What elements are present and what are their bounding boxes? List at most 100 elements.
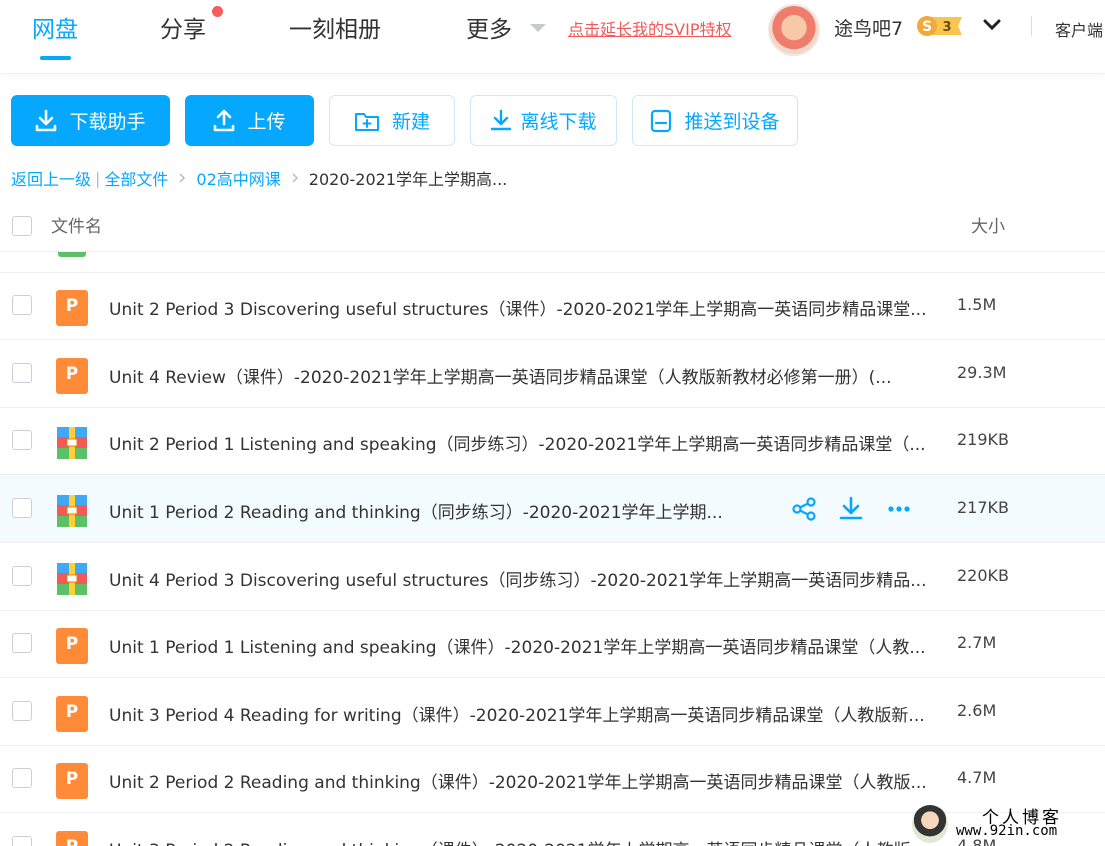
divider — [1031, 16, 1032, 36]
column-header-name[interactable]: 文件名 — [51, 212, 102, 237]
file-size: 4.7M — [957, 768, 997, 787]
nav-tab-more[interactable]: 更多 — [466, 10, 512, 44]
breadcrumb-separator-icon — [179, 173, 186, 183]
ppt-file-icon: P — [56, 290, 88, 326]
file-size: 29.3M — [957, 363, 1007, 382]
watermark: 个人博客 www.92in.com — [912, 803, 1102, 846]
nav-active-indicator — [40, 56, 71, 60]
avatar[interactable] — [768, 4, 820, 56]
svip-renew-link[interactable]: 点击延长我的SVIP特权 — [568, 16, 731, 40]
breadcrumb-divider: | — [95, 168, 101, 188]
download-icon[interactable] — [838, 496, 864, 522]
row-checkbox[interactable] — [12, 498, 32, 518]
file-name[interactable]: Unit 1 Period 2 Reading and thinking（同步练… — [109, 498, 723, 523]
archive-file-icon — [58, 252, 86, 257]
notification-dot — [212, 6, 223, 17]
breadcrumb: 返回上一级 | 全部文件 02高中网课 2020-2021学年上学期高... — [11, 166, 507, 190]
ppt-icon-letter: P — [65, 769, 79, 789]
device-icon — [651, 109, 672, 132]
file-row[interactable]: Unit 4 Period 3 Discovering useful struc… — [0, 544, 1105, 611]
nav-tab-share[interactable]: 分享 — [160, 10, 206, 44]
more-dropdown-icon[interactable] — [530, 24, 546, 32]
offline-download-label: 离线下载 — [520, 111, 597, 133]
nav-tab-album[interactable]: 一刻相册 — [289, 10, 381, 44]
ppt-file-icon: P — [56, 628, 88, 664]
file-size: 2.6M — [957, 701, 997, 720]
file-size: 1.5M — [957, 295, 997, 314]
client-download-link[interactable]: 客户端 — [1055, 17, 1103, 41]
file-name[interactable]: Unit 2 Period 1 Listening and speaking（同… — [109, 430, 926, 455]
ppt-file-icon: P — [56, 831, 88, 846]
upload-icon — [214, 109, 235, 131]
file-size: 2.7M — [957, 633, 997, 652]
row-checkbox[interactable] — [12, 430, 32, 450]
file-list-header: 文件名 大小 — [0, 200, 1105, 252]
offline-download-icon — [491, 109, 512, 130]
new-label: 新建 — [391, 111, 430, 133]
file-size: 219KB — [957, 430, 1010, 449]
svip-level: 3 — [942, 20, 951, 35]
archive-file-icon — [57, 495, 87, 527]
download-helper-label: 下载助手 — [69, 111, 146, 133]
file-row[interactable]: P Unit 4 Review（课件）-2020-2021学年上学期高一英语同步… — [0, 341, 1105, 408]
svip-level-badge: S 3 — [917, 16, 962, 36]
svip-letter: S — [922, 19, 932, 35]
push-to-device-button[interactable]: 推送到设备 — [632, 95, 798, 146]
file-name[interactable]: Unit 4 Review（课件）-2020-2021学年上学期高一英语同步精品… — [109, 363, 892, 388]
file-name[interactable]: Unit 4 Period 3 Discovering useful struc… — [109, 566, 926, 591]
ppt-icon-letter: P — [65, 634, 79, 654]
watermark-logo — [912, 805, 948, 843]
more-options-icon[interactable] — [886, 496, 912, 522]
file-name[interactable]: Unit 3 Period 4 Reading for writing（课件）-… — [109, 701, 925, 726]
file-name[interactable]: Unit 3 Period 2 Reading and thinking（课件）… — [109, 836, 927, 846]
nav-tab-netdisk[interactable]: 网盘 — [32, 10, 78, 44]
file-name[interactable]: Unit 2 Period 3 Discovering useful struc… — [109, 295, 926, 320]
file-row[interactable]: P Unit 2 Period 3 Discovering useful str… — [0, 273, 1105, 340]
file-name[interactable]: Unit 2 Period 2 Reading and thinking（课件）… — [109, 768, 927, 793]
file-row[interactable]: P Unit 3 Period 4 Reading for writing（课件… — [0, 679, 1105, 746]
breadcrumb-all-files[interactable]: 全部文件 — [104, 166, 168, 190]
breadcrumb-separator-icon — [292, 173, 298, 183]
breadcrumb-current: 2020-2021学年上学期高... — [308, 170, 508, 189]
file-row-partial[interactable] — [0, 252, 1105, 273]
offline-download-button[interactable]: 离线下载 — [470, 95, 617, 146]
row-checkbox[interactable] — [12, 363, 32, 383]
breadcrumb-back-link[interactable]: 返回上一级 — [11, 166, 91, 190]
download-helper-button[interactable]: 下载助手 — [11, 95, 170, 146]
ppt-file-icon: P — [56, 358, 88, 394]
top-navigation: 网盘 分享 一刻相册 更多 点击延长我的SVIP特权 途鸟吧7 S 3 客户端 — [0, 0, 1105, 74]
row-checkbox[interactable] — [12, 836, 32, 846]
breadcrumb-folder[interactable]: 02高中网课 — [196, 166, 280, 190]
push-to-device-label: 推送到设备 — [684, 111, 780, 133]
file-size: 220KB — [957, 566, 1010, 585]
file-row[interactable]: P Unit 1 Period 1 Listening and speaking… — [0, 611, 1105, 678]
column-header-size[interactable]: 大小 — [971, 212, 1005, 237]
archive-file-icon — [57, 427, 87, 459]
row-checkbox[interactable] — [12, 295, 32, 315]
new-folder-button[interactable]: 新建 — [329, 95, 455, 146]
download-icon — [36, 109, 57, 131]
ppt-file-icon: P — [56, 763, 88, 799]
upload-label: 上传 — [247, 111, 286, 133]
row-checkbox[interactable] — [12, 566, 32, 586]
ppt-icon-letter: P — [65, 702, 79, 722]
upload-button[interactable]: 上传 — [185, 95, 314, 146]
archive-file-icon — [57, 563, 87, 595]
file-list[interactable]: P Unit 2 Period 3 Discovering useful str… — [0, 252, 1105, 846]
file-size: 217KB — [957, 498, 1010, 517]
row-checkbox[interactable] — [12, 768, 32, 788]
ppt-icon-letter: P — [56, 837, 88, 846]
watermark-url: www.92in.com — [956, 823, 1058, 839]
row-checkbox[interactable] — [12, 701, 32, 721]
file-row[interactable]: Unit 2 Period 1 Listening and speaking（同… — [0, 408, 1105, 475]
file-row-hovered[interactable]: Unit 1 Period 2 Reading and thinking（同步练… — [0, 476, 1105, 543]
share-icon[interactable] — [791, 496, 817, 522]
file-name[interactable]: Unit 1 Period 1 Listening and speaking（课… — [109, 633, 926, 658]
select-all-checkbox[interactable] — [12, 216, 32, 236]
ppt-file-icon: P — [56, 696, 88, 732]
row-checkbox[interactable] — [12, 633, 32, 653]
ppt-icon-letter: P — [65, 364, 79, 384]
chevron-down-icon[interactable] — [982, 17, 1002, 33]
ppt-icon-letter: P — [65, 296, 79, 316]
username[interactable]: 途鸟吧7 — [834, 14, 903, 41]
